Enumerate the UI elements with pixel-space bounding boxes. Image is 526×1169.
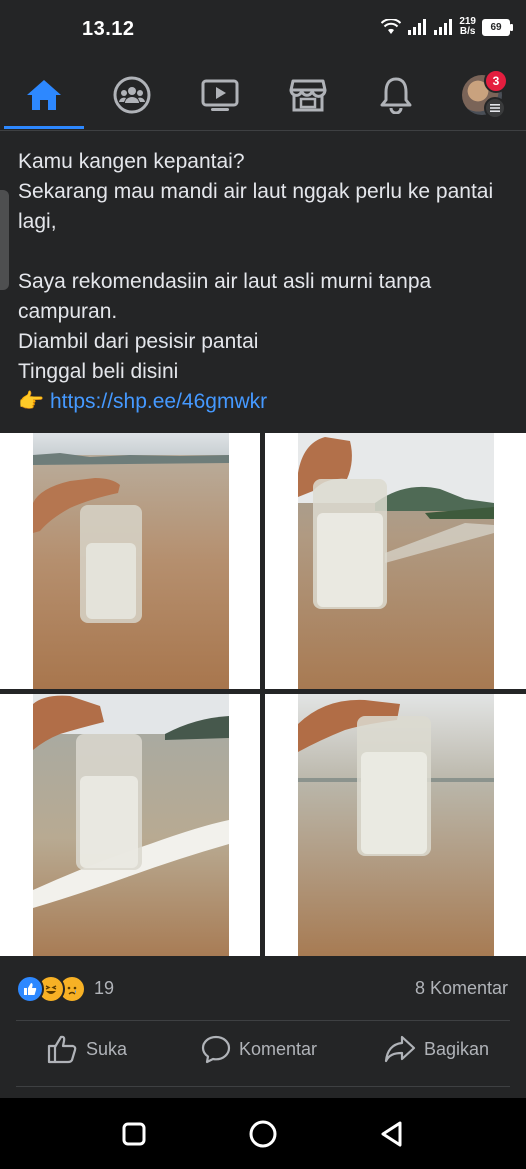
system-nav-bar [0,1098,526,1169]
wifi-icon [381,19,402,34]
comment-label: Komentar [239,1038,318,1059]
active-tab-indicator [4,126,84,129]
nav-marketplace[interactable] [264,60,352,130]
net-speed-unit: B/s [459,26,476,37]
square-icon [122,1122,146,1146]
comment-icon [201,1035,231,1064]
watch-icon [201,79,239,111]
reactions-row: 19 8 Komentar [0,965,526,1013]
photo-4[interactable] [265,694,526,956]
avatar-wrap: 3 [462,69,508,119]
signal-icon-2 [434,19,453,35]
like-reaction-icon [16,975,44,1003]
marketplace-icon [289,79,327,112]
notifications-icon [380,77,412,114]
notification-badge: 3 [484,69,508,93]
reaction-count[interactable]: 19 [94,978,114,999]
status-icons: 219 B/s 69 [381,17,513,37]
photo-3-image [0,694,260,956]
nav-profile-menu[interactable]: 3 [438,60,526,130]
photo-2-image [265,433,526,689]
divider [16,1020,510,1021]
menu-icon [484,97,506,119]
net-speed: 219 B/s [459,17,476,37]
back-triangle-icon [381,1121,402,1147]
post-actions: Suka Komentar Bagikan [0,1024,526,1084]
edge-handle[interactable] [0,190,9,290]
facebook-nav-bar: 3 [0,60,526,131]
thumbs-up-icon [47,1035,77,1064]
comment-count[interactable]: 8 Komentar [415,978,508,999]
post-link[interactable]: https://shp.ee/46gmwkr [50,390,267,413]
nav-home[interactable] [0,60,88,130]
nav-watch[interactable] [176,60,264,130]
home-icon [27,80,61,110]
status-time: 13.12 [82,18,135,40]
post-text: Kamu kangen kepantai? Sekarang mau mandi… [18,150,494,383]
battery-icon: 69 [482,18,513,36]
recent-apps-button[interactable] [114,1116,154,1152]
photo-divider-vertical [260,433,265,956]
nav-groups[interactable] [88,60,176,130]
home-button[interactable] [243,1116,283,1152]
photo-3[interactable] [0,694,260,956]
share-icon [384,1035,416,1063]
nav-notifications[interactable] [352,60,440,130]
pointer-emoji: 👉 [18,390,45,413]
photo-divider-horizontal [0,689,526,694]
comment-button[interactable]: Komentar [201,1034,317,1064]
share-label: Bagikan [424,1038,490,1059]
like-label: Suka [86,1038,128,1059]
circle-icon [249,1120,277,1148]
photo-1-image [0,433,260,689]
like-button[interactable]: Suka [46,1034,127,1064]
share-button[interactable]: Bagikan [384,1034,489,1064]
divider-bottom [16,1086,510,1087]
photo-grid [0,433,526,956]
back-button[interactable] [372,1116,412,1152]
status-bar: 13.12 219 B/s 69 [0,0,526,60]
photo-2[interactable] [265,433,526,689]
groups-icon [113,76,151,114]
signal-icon [408,19,427,35]
reaction-icons[interactable] [16,975,86,1003]
photo-1[interactable] [0,433,260,689]
post-body: Kamu kangen kepantai? Sekarang mau mandi… [18,147,508,417]
photo-4-image [265,694,526,956]
